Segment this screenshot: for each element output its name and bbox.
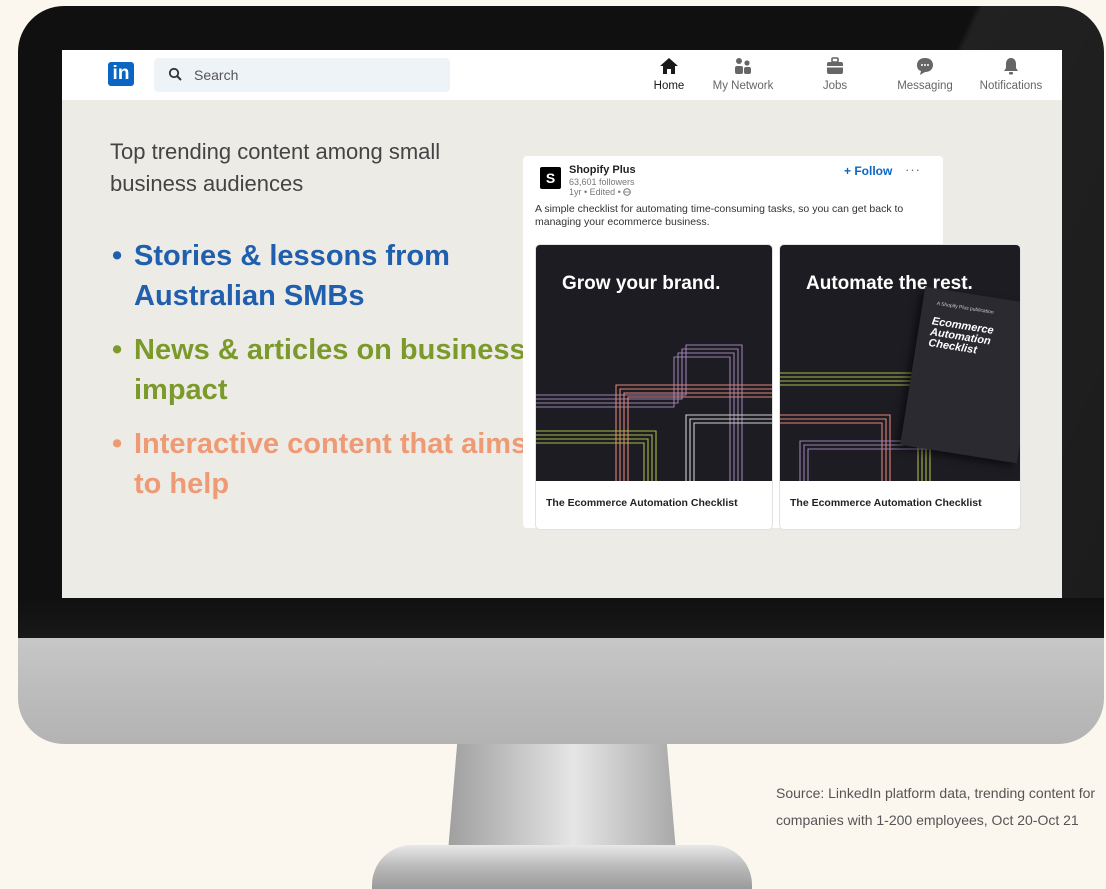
bullet-dot: • xyxy=(112,334,123,366)
list-item: • News & articles on business impact xyxy=(112,330,542,410)
carousel-card[interactable]: Automate the rest. A Shopify Plus public… xyxy=(779,244,1021,530)
search-icon xyxy=(168,67,182,81)
list-item-text: Interactive content that aims to help xyxy=(134,428,528,500)
list-item-text: News & articles on business impact xyxy=(134,334,526,406)
nav-notifications-label: Notifications xyxy=(979,80,1043,92)
globe-icon xyxy=(623,188,632,196)
lead-text: Top trending content among small busines… xyxy=(110,139,441,196)
follow-button[interactable]: + Follow xyxy=(844,164,892,178)
nav-messaging[interactable]: Messaging xyxy=(888,54,962,98)
search-input[interactable]: Search xyxy=(154,58,450,92)
network-icon xyxy=(735,58,751,74)
nav-my-network[interactable]: My Network xyxy=(702,54,784,98)
post-meta: 1yr • Edited • xyxy=(569,187,632,197)
trending-content-list: • Stories & lessons from Australian SMBs … xyxy=(112,236,542,518)
linkedin-post: S Shopify Plus 63,601 followers 1yr • Ed… xyxy=(523,156,1021,530)
bullet-dot: • xyxy=(112,240,123,272)
linkedin-top-nav: in Search Home My Network Jobs Messaging… xyxy=(62,50,1062,100)
nav-home-label: Home xyxy=(653,80,685,92)
nav-jobs[interactable]: Jobs xyxy=(810,54,860,98)
carousel-card[interactable]: Grow your brand. The Ecommerce Automatio… xyxy=(535,244,773,530)
nav-home[interactable]: Home xyxy=(644,54,694,98)
nav-jobs-label: Jobs xyxy=(822,80,848,92)
message-icon xyxy=(917,58,933,75)
ebook-title: Ecommerce Automation Checklist xyxy=(927,315,995,357)
list-item: • Stories & lessons from Australian SMBs xyxy=(112,236,542,316)
post-body-text: A simple checklist for automating time-c… xyxy=(535,203,904,228)
post-company-name[interactable]: Shopify Plus xyxy=(569,164,636,176)
bell-icon xyxy=(1004,58,1018,75)
post-followers: 63,601 followers xyxy=(569,177,635,187)
bullet-dot: • xyxy=(112,428,123,460)
card-headline: Grow your brand. xyxy=(562,273,721,294)
monitor-base xyxy=(372,845,752,889)
ebook-tag: A Shopify Plus publication xyxy=(936,300,995,316)
carousel-image: Automate the rest. A Shopify Plus public… xyxy=(780,245,1020,481)
monitor-chin xyxy=(18,598,1104,744)
post-meta-text: 1yr • Edited • xyxy=(569,187,621,197)
source-note: Source: LinkedIn platform data, trending… xyxy=(776,785,1096,828)
linkedin-logo[interactable]: in xyxy=(108,62,134,86)
card-caption: The Ecommerce Automation Checklist xyxy=(790,497,982,509)
home-icon xyxy=(660,58,678,74)
list-item: • Interactive content that aims to help xyxy=(112,424,542,504)
monitor-stand xyxy=(448,744,676,852)
monitor-screen: in Search Home My Network Jobs Messaging… xyxy=(62,50,1062,598)
briefcase-icon xyxy=(827,57,843,74)
nav-messaging-label: Messaging xyxy=(897,80,953,92)
more-options-button[interactable]: ··· xyxy=(905,162,921,177)
nav-notifications[interactable]: Notifications xyxy=(966,54,1056,98)
carousel-image: Grow your brand. xyxy=(536,245,772,481)
search-placeholder: Search xyxy=(194,67,239,83)
nav-my-network-label: My Network xyxy=(712,80,774,92)
list-item-text: Stories & lessons from Australian SMBs xyxy=(134,240,450,312)
card-caption: The Ecommerce Automation Checklist xyxy=(546,497,738,509)
shopify-logo[interactable]: S xyxy=(540,167,561,189)
